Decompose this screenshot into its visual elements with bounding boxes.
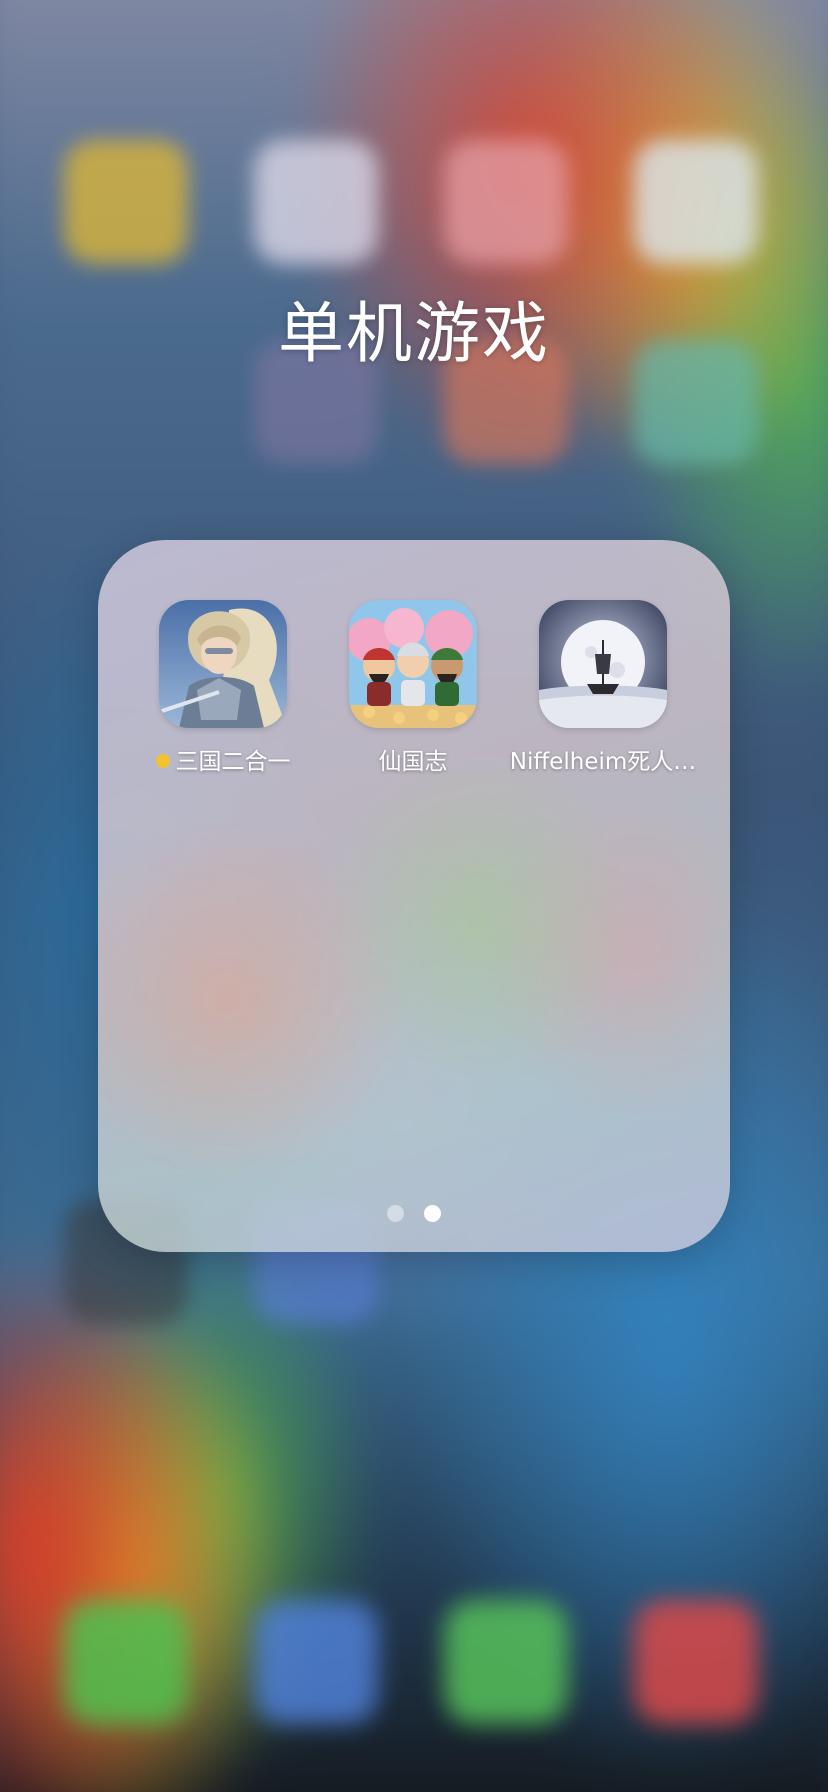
moon-ship-icon (539, 600, 667, 728)
app-niffelheim[interactable]: Niffelheim死人… (508, 600, 698, 776)
page-dot-2-active[interactable] (424, 1205, 441, 1222)
page-dot-1[interactable] (387, 1205, 404, 1222)
warrior-portrait-icon (159, 600, 287, 728)
app-xianguozhi[interactable]: 仙国志 (318, 600, 508, 776)
new-badge-dot (155, 754, 170, 768)
blurred-app-icon (254, 140, 378, 264)
app-label: 仙国志 (378, 749, 448, 775)
app-label: Niffelheim死人… (509, 749, 697, 775)
blurred-dock-icon (444, 1600, 568, 1724)
blurred-dock-icon (634, 1600, 758, 1724)
blurred-dock-icon (254, 1600, 378, 1724)
blurred-dock-icon (64, 1600, 188, 1724)
blurred-app-icon (634, 140, 758, 264)
blurred-app-icon (444, 140, 568, 264)
three-heroes-icon (349, 600, 477, 728)
page-indicator[interactable] (98, 1205, 730, 1226)
folder-title[interactable]: 单机游戏 (0, 280, 828, 376)
app-sanguo-erheyi[interactable]: 三国二合一 (128, 600, 318, 776)
home-screen: 单机游戏 三国二合一 仙国志 Niffelheim死人… (0, 0, 828, 1792)
folder-panel: 三国二合一 仙国志 Niffelheim死人… (98, 540, 730, 1252)
app-label: 三国二合一 (128, 742, 318, 776)
blurred-app-icon (64, 140, 188, 264)
